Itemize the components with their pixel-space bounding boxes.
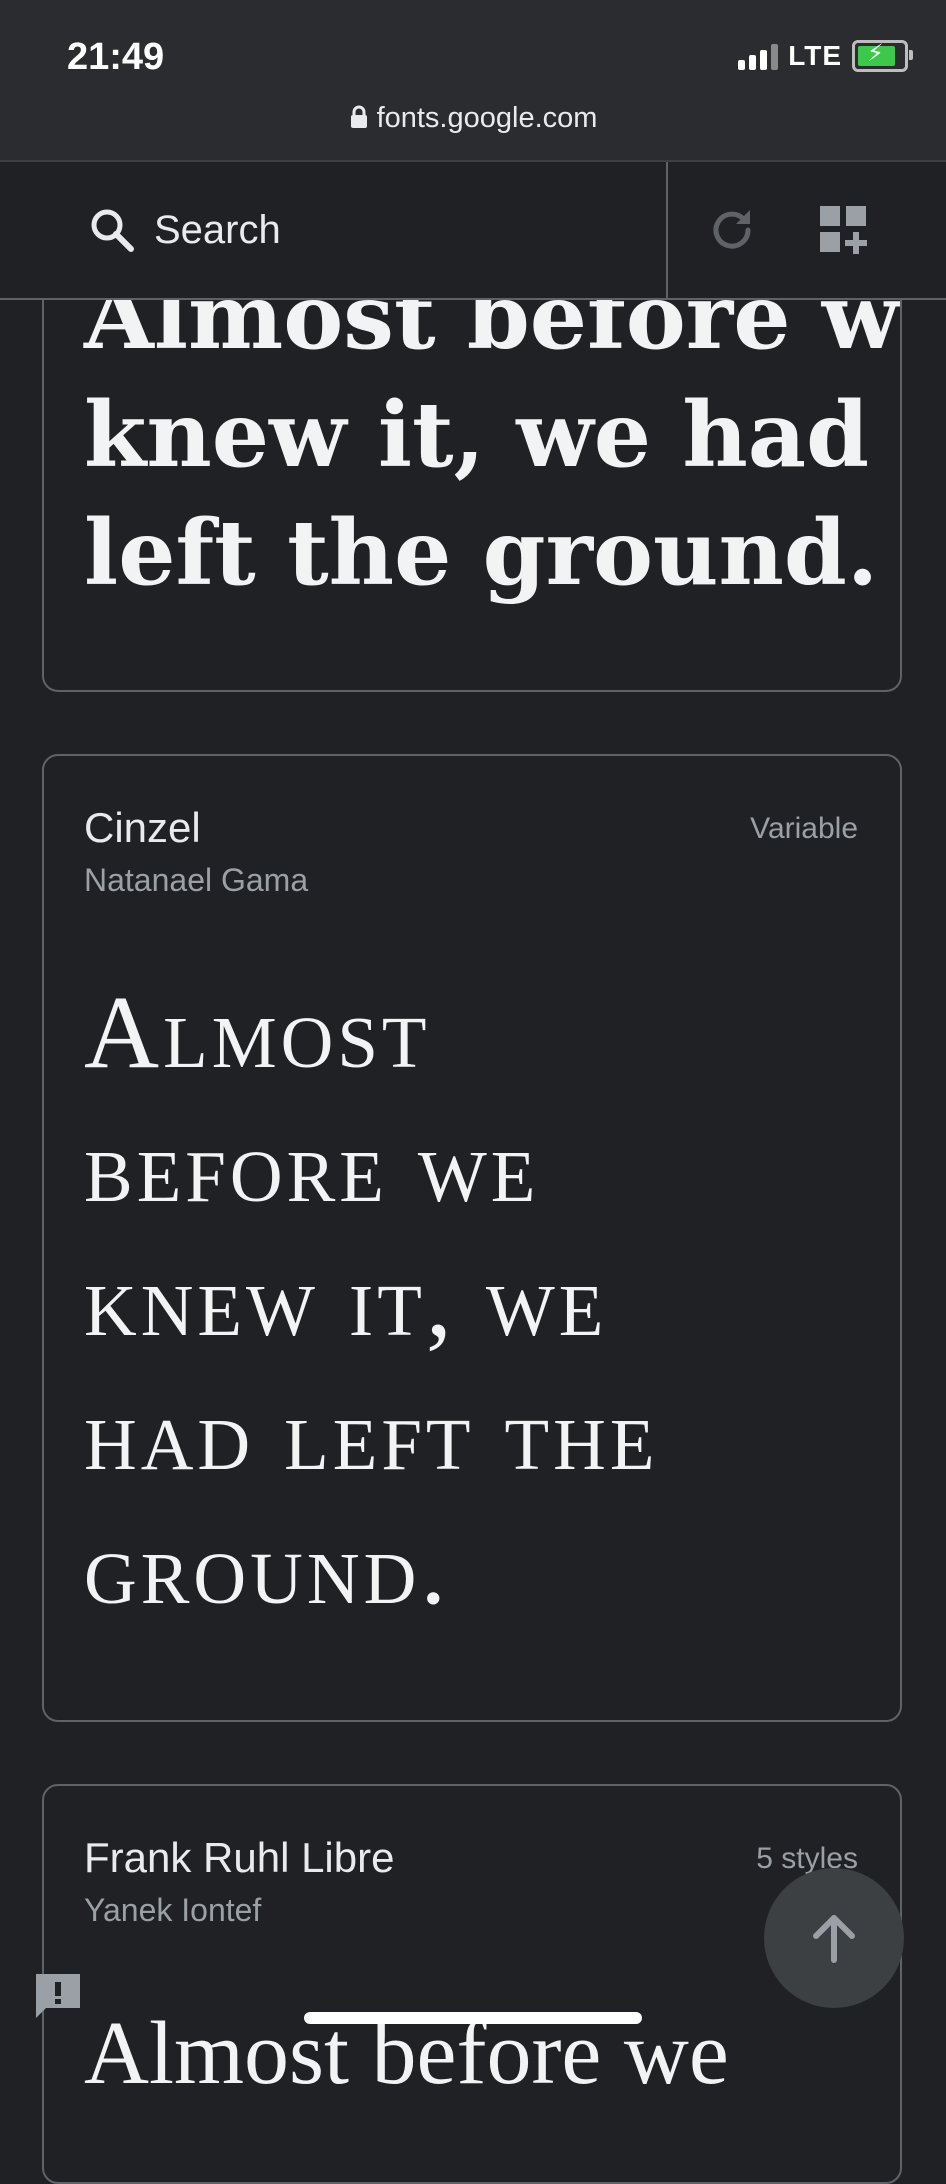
- arrow-up-icon: [813, 1915, 855, 1963]
- add-collection-icon[interactable]: [818, 204, 870, 256]
- battery-icon: ⚡: [852, 40, 913, 72]
- font-name: Cinzel: [84, 804, 201, 851]
- font-sample: Almost before we knew it, we had left th…: [84, 264, 902, 606]
- site-toolbar: Search: [0, 162, 946, 300]
- font-card-frank-ruhl-libre[interactable]: Frank Ruhl Libre Yanek Iontef 5 styles A…: [42, 1784, 902, 2184]
- font-sample: Almost before we knew it, we had left th…: [84, 975, 659, 1626]
- search-button[interactable]: Search: [88, 202, 281, 258]
- font-designer: Natanael Gama: [84, 862, 309, 898]
- lock-icon: [350, 105, 367, 128]
- font-name: Frank Ruhl Libre: [84, 1834, 395, 1881]
- search-label: Search: [154, 207, 281, 252]
- signal-icon: [738, 42, 779, 70]
- home-indicator: [304, 2012, 642, 2024]
- search-icon: [91, 209, 134, 252]
- address-bar[interactable]: fonts.google.com: [0, 102, 946, 135]
- status-bar: 21:49 LTE ⚡ fonts.google.com: [0, 0, 946, 162]
- status-time: 21:49: [67, 36, 165, 78]
- status-indicators: LTE ⚡: [738, 40, 913, 72]
- scroll-top-button[interactable]: [764, 1868, 904, 2008]
- font-designer: Yanek Iontef: [84, 1892, 262, 1928]
- toolbar-divider: [666, 162, 668, 298]
- font-styles: Variable: [750, 812, 858, 845]
- url-text: fonts.google.com: [376, 102, 598, 134]
- network-type: LTE: [788, 40, 842, 71]
- refresh-icon[interactable]: [706, 204, 758, 256]
- font-card-cinzel[interactable]: Cinzel Natanael Gama Variable Almost bef…: [42, 754, 902, 1722]
- feedback-icon[interactable]: [32, 1970, 84, 2022]
